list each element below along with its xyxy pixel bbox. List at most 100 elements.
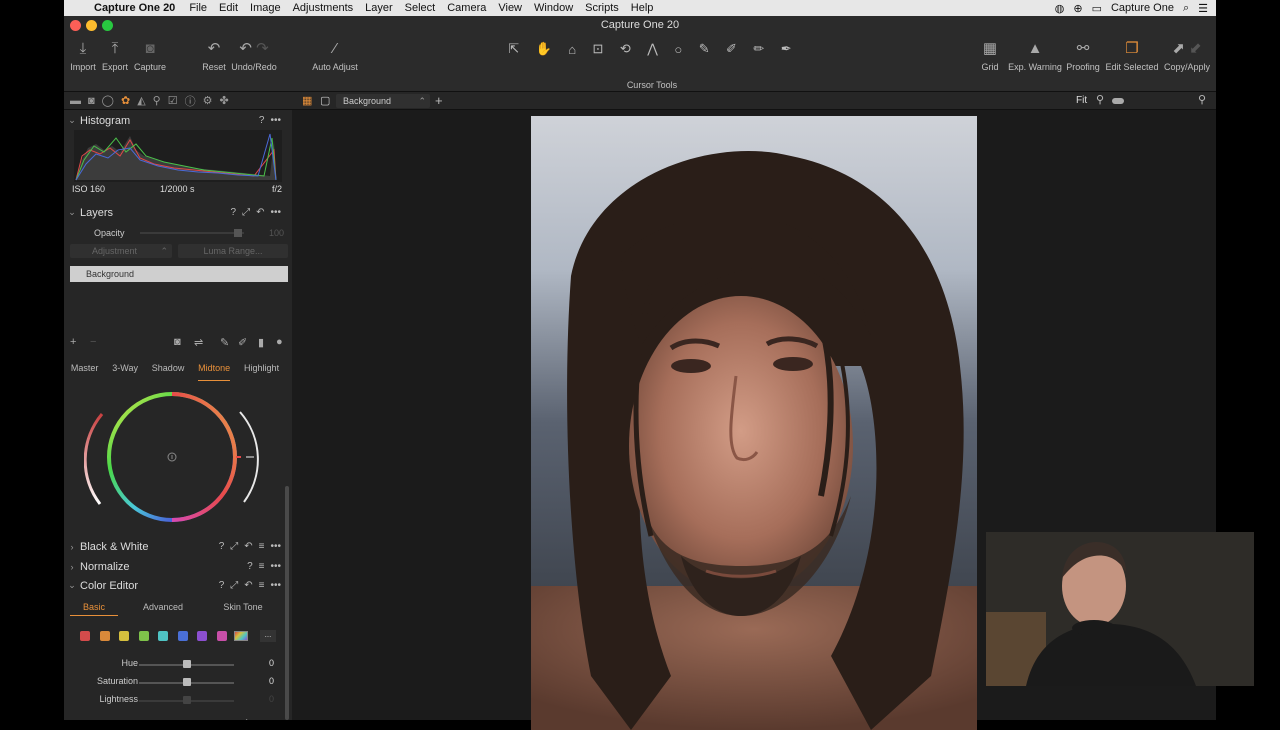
zoom-in-icon[interactable]: ⚲ [1198,93,1206,106]
copy-apply-button[interactable]: ⬈ ⬋ Copy/Apply [1162,38,1212,72]
select-cursor-icon[interactable]: ⇱ [508,41,519,57]
more-colors-button[interactable]: ... [260,630,276,642]
styles-tab-icon[interactable]: ✤ [219,94,228,107]
color-swatch[interactable] [158,631,168,641]
menu-camera[interactable]: Camera [447,2,486,14]
gradient-icon[interactable]: ▮ [258,336,264,349]
keystone-cursor-icon[interactable]: ⋀ [647,41,658,57]
all-colors-swatch[interactable] [234,631,248,641]
details-tab-icon[interactable]: ⚲ [153,94,161,107]
color-swatch[interactable] [197,631,207,641]
add-variant-icon[interactable]: + [435,93,443,108]
picker-icon[interactable]: ✒ [781,41,792,57]
import-button[interactable]: ⤓ Import [68,38,98,72]
exposure-warning-button[interactable]: ▲ Exp. Warning [1008,38,1062,72]
capture-tab-icon[interactable]: ◙ [88,95,95,107]
radial-icon[interactable]: ● [276,336,283,348]
color-swatch[interactable] [138,631,149,641]
menu-scripts[interactable]: Scripts [585,2,619,14]
menubar-app-label[interactable]: Capture One [1111,2,1174,14]
opacity-slider-knob[interactable] [234,229,242,237]
lightness-slider-knob[interactable] [182,696,191,704]
menu-adjustments[interactable]: Adjustments [293,2,354,14]
black-white-header[interactable]: › Black & White ? ⤢ ↶ ≡ ••• [64,537,286,556]
reset-icon[interactable]: ↶ [256,207,264,218]
airplay-icon[interactable]: ▭ [1092,2,1102,15]
auto-icon[interactable]: ⤢ [230,580,238,591]
menu-help[interactable]: Help [631,2,654,14]
eyedropper-icon[interactable]: ✒ [264,716,273,720]
add-layer-icon[interactable]: + [70,336,76,348]
reset-icon[interactable]: ↶ [244,541,252,552]
hue-slider-knob[interactable] [182,660,191,668]
draw-mask-icon[interactable]: ✎ [699,41,710,57]
layer-row-background[interactable]: Background [70,266,288,282]
edit-selected-button[interactable]: ❐ Edit Selected [1104,38,1160,72]
mask-view-icon[interactable]: ◙ [174,336,181,348]
tab-basic[interactable]: Basic [70,602,118,616]
adjustments-tab-icon[interactable]: ☑ [168,94,178,107]
tab-master[interactable]: Master [71,363,99,381]
menu-image[interactable]: Image [250,2,281,14]
reset-icon[interactable]: ↶ [244,580,252,591]
menu-window[interactable]: Window [534,2,573,14]
help-icon[interactable]: ? [259,115,265,126]
saturation-slider-knob[interactable] [182,678,191,686]
presets-icon[interactable]: ≡ [259,580,265,591]
layer-options-icon[interactable]: ⇌ [194,336,203,349]
more-icon[interactable]: ••• [270,561,281,572]
tab-advanced[interactable]: Advanced [138,602,188,612]
more-icon[interactable]: ••• [270,580,281,591]
brush-icon[interactable]: ✎ [220,336,229,349]
histogram-header[interactable]: ⌄ Histogram ? ••• [64,111,286,130]
tools-scrollbar[interactable] [285,486,289,720]
more-icon[interactable]: ••• [270,207,281,218]
lightness-value[interactable]: 0 [244,694,274,704]
grid-button[interactable]: ▦ Grid [976,38,1004,72]
eraser-icon[interactable]: ✐ [238,336,247,349]
opacity-slider[interactable] [140,232,244,234]
help-icon[interactable]: ? [219,580,225,591]
adjust-options-icon[interactable]: ⇌ [240,716,249,720]
presets-icon[interactable]: ≡ [259,561,265,572]
spot-removal-icon[interactable]: ○ [674,42,682,57]
tab-midtone[interactable]: Midtone [198,363,231,381]
color-wheel[interactable] [84,384,264,524]
export-button[interactable]: ⤒ Export [100,38,130,72]
settings-tab-icon[interactable]: ⚙ [203,94,213,107]
auto-adjust-button[interactable]: ⁄ Auto Adjust [310,38,360,72]
color-swatch[interactable] [80,631,90,641]
loupe-cursor-icon[interactable]: ⌂ [568,42,576,57]
tab-highlight[interactable]: Highlight [244,363,279,381]
color-swatch[interactable] [216,631,227,641]
tab-3-way[interactable]: 3-Way [112,363,138,381]
presets-icon[interactable]: ≡ [259,541,265,552]
more-icon[interactable]: ••• [270,541,281,552]
notification-center-icon[interactable]: ☰ [1198,2,1208,15]
normalize-header[interactable]: › Normalize ? ≡ ••• [64,557,286,576]
metadata-tab-icon[interactable]: ⓘ [185,93,196,109]
spotlight-search-icon[interactable]: ⌕ [1183,2,1189,15]
menu-select[interactable]: Select [405,2,436,14]
capture-button[interactable]: ◙ Capture [132,38,168,72]
library-tab-icon[interactable]: ▬ [70,95,81,107]
layers-header[interactable]: ⌄ Layers ? ⤢ ↶ ••• [64,203,286,222]
color-swatch[interactable] [177,631,188,641]
color-swatch[interactable] [99,631,110,641]
reset-button[interactable]: ↶ Reset [198,38,230,72]
menu-file[interactable]: File [189,2,207,14]
zoom-icon[interactable]: ⚲ [1096,93,1104,106]
undo-redo-button[interactable]: ↶ ↷ Undo/Redo [228,38,280,72]
menu-view[interactable]: View [498,2,522,14]
zoom-window-button[interactable] [102,20,113,31]
color-editor-header[interactable]: ⌄ Color Editor ? ⤢ ↶ ≡ ••• [64,576,286,595]
auto-icon[interactable]: ⤢ [230,541,238,552]
erase-mask-icon[interactable]: ✐ [726,41,737,57]
saturation-value[interactable]: 0 [244,676,274,686]
tab-shadow[interactable]: Shadow [152,363,185,381]
rotate-cursor-icon[interactable]: ⟲ [620,41,631,57]
single-view-icon[interactable]: ▢ [320,94,330,107]
multi-view-icon[interactable]: ▦ [302,94,312,107]
help-icon[interactable]: ? [219,541,225,552]
menu-layer[interactable]: Layer [365,2,393,14]
